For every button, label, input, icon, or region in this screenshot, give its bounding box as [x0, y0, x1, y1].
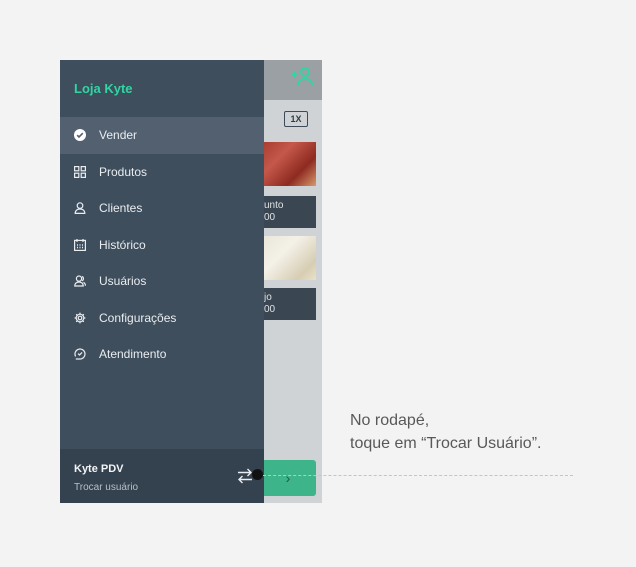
quantity-badge[interactable]: 1X [284, 111, 308, 127]
product-image[interactable] [260, 236, 316, 280]
menu-item-produtos[interactable]: Produtos [60, 154, 264, 191]
user-icon [74, 202, 86, 215]
menu-item-label: Clientes [99, 201, 143, 216]
menu-item-vender[interactable]: Vender [60, 117, 264, 154]
chevron-right-icon: › [285, 470, 291, 486]
product-name: jo [264, 292, 272, 303]
menu-item-configuracoes[interactable]: Configurações [60, 300, 264, 337]
product-price: 00 [264, 212, 276, 223]
users-icon [74, 275, 86, 287]
callout-text: No rodapé, toque em “Trocar Usuário”. [350, 409, 610, 455]
menu-item-label: Vender [99, 128, 138, 143]
menu-item-label: Usuários [99, 274, 147, 289]
phone-screen: 1X unto 00 jo 00 › Loja Kyte Vender Prod… [60, 60, 322, 503]
product-price: 00 [264, 304, 276, 315]
menu-item-historico[interactable]: Histórico [60, 227, 264, 264]
product-image[interactable] [260, 142, 316, 186]
product-label[interactable]: jo 00 [260, 288, 316, 320]
callout-connector-line [263, 475, 573, 476]
callout-marker [252, 469, 263, 480]
add-user-icon[interactable] [290, 66, 314, 86]
callout-line-1: No rodapé, [350, 412, 430, 429]
menu-item-label: Atendimento [99, 347, 167, 362]
continue-button[interactable]: › [260, 460, 316, 496]
switch-user-link[interactable]: Trocar usuário [74, 482, 138, 493]
menu-item-usuarios[interactable]: Usuários [60, 263, 264, 300]
menu-item-clientes[interactable]: Clientes [60, 190, 264, 227]
product-name: unto [264, 200, 284, 211]
store-name: Loja Kyte [74, 81, 133, 96]
navigation-drawer: Loja Kyte Vender Produtos Clientes Histó… [60, 60, 264, 503]
gear-icon [74, 312, 86, 324]
check-circle-icon [74, 129, 86, 142]
menu-item-label: Histórico [99, 237, 146, 252]
menu-item-atendimento[interactable]: Atendimento [60, 336, 264, 373]
support-icon [74, 348, 86, 360]
drawer-footer[interactable]: Kyte PDV Trocar usuário [60, 449, 264, 503]
menu-item-label: Configurações [99, 310, 177, 325]
grid-icon [74, 165, 86, 178]
drawer-menu: Vender Produtos Clientes Histórico Usuár… [60, 117, 264, 373]
footer-app-name: Kyte PDV [74, 463, 124, 475]
menu-item-label: Produtos [99, 164, 148, 179]
calendar-icon [74, 238, 86, 251]
callout-line-2: toque em “Trocar Usuário”. [350, 435, 542, 452]
product-label[interactable]: unto 00 [260, 196, 316, 228]
